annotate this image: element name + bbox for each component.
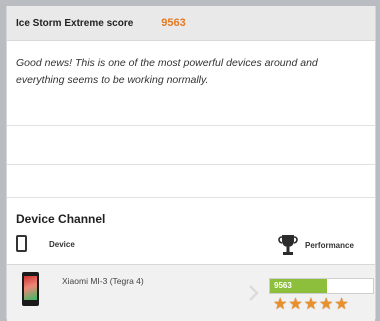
results-panel: Ice Storm Extreme score 9563 Good news! …: [6, 6, 376, 321]
score-header: Ice Storm Extreme score 9563: [7, 6, 375, 41]
status-message: Good news! This is one of the most power…: [16, 57, 318, 86]
column-header: Device Performance: [7, 228, 375, 262]
device-row[interactable]: Xiaomi MI-3 (Tegra 4) 9563 ★ ★ ★ ★ ★: [7, 264, 375, 321]
score-label: Ice Storm Extreme score: [16, 17, 134, 29]
column-performance-label: Performance: [305, 241, 354, 250]
device-name: Xiaomi MI-3 (Tegra 4): [62, 276, 144, 286]
star-icon: ★: [303, 296, 319, 313]
star-icon: ★: [319, 296, 334, 313]
device-channel-title: Device Channel: [16, 212, 106, 226]
star-icon: ★: [273, 296, 288, 313]
device-thumbnail: [22, 272, 39, 306]
phone-icon: [16, 235, 27, 252]
performance-bar-label: 9563: [274, 281, 292, 290]
star-icon: ★: [334, 296, 349, 313]
chevron-right-icon[interactable]: [245, 283, 261, 303]
star-icon: ★: [288, 296, 303, 313]
score-value: 9563: [161, 17, 186, 29]
performance-bar: 9563: [269, 278, 374, 294]
trophy-icon: [278, 235, 298, 255]
star-rating: ★ ★ ★ ★ ★: [273, 297, 349, 313]
column-device-label: Device: [49, 240, 75, 249]
